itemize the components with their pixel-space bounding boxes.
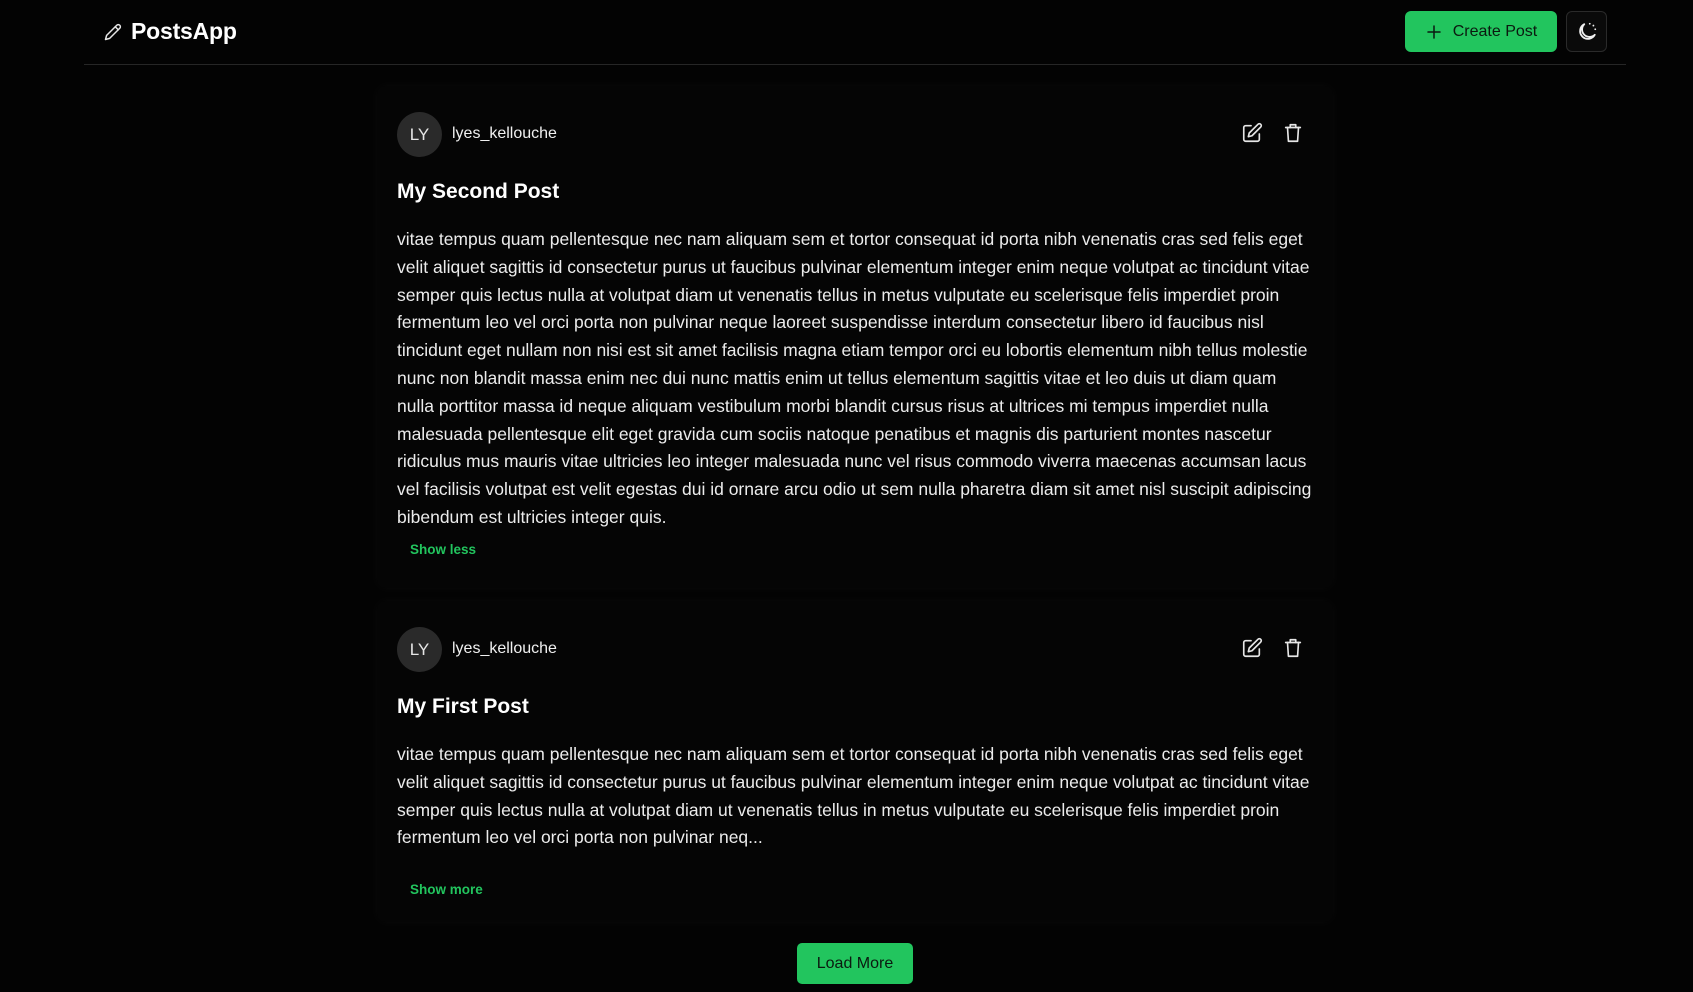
- post-title: My First Post: [397, 695, 529, 718]
- post-author[interactable]: lyes_kellouche: [452, 125, 557, 143]
- post-body: vitae tempus quam pellentesque nec nam a…: [397, 229, 1312, 527]
- pencil-icon: [104, 23, 122, 41]
- create-post-button[interactable]: Create Post: [1405, 11, 1557, 52]
- trash-icon[interactable]: [1282, 122, 1304, 144]
- avatar[interactable]: LY: [397, 627, 442, 672]
- brand[interactable]: PostsApp: [104, 18, 237, 45]
- edit-icon[interactable]: [1241, 637, 1263, 659]
- show-more-link[interactable]: Show more: [410, 882, 483, 897]
- avatar[interactable]: LY: [397, 112, 442, 157]
- app-header: PostsApp Create Post: [84, 0, 1626, 65]
- post-title: My Second Post: [397, 180, 560, 203]
- brand-name: PostsApp: [131, 18, 237, 44]
- post-card: LY lyes_kellouche My First Post vitae te…: [377, 601, 1333, 922]
- post-card: LY lyes_kellouche My Second Post vitae t…: [377, 86, 1333, 588]
- edit-icon[interactable]: [1241, 122, 1263, 144]
- show-less-link[interactable]: Show less: [410, 542, 476, 557]
- load-more-button[interactable]: Load More: [797, 943, 913, 984]
- post-body: vitae tempus quam pellentesque nec nam a…: [397, 744, 1310, 848]
- create-post-label: Create Post: [1452, 22, 1538, 40]
- trash-icon[interactable]: [1282, 637, 1304, 659]
- post-author[interactable]: lyes_kellouche: [452, 640, 557, 658]
- theme-toggle-button[interactable]: [1566, 11, 1607, 52]
- plus-icon: [1425, 23, 1443, 41]
- moon-icon: [1576, 21, 1598, 43]
